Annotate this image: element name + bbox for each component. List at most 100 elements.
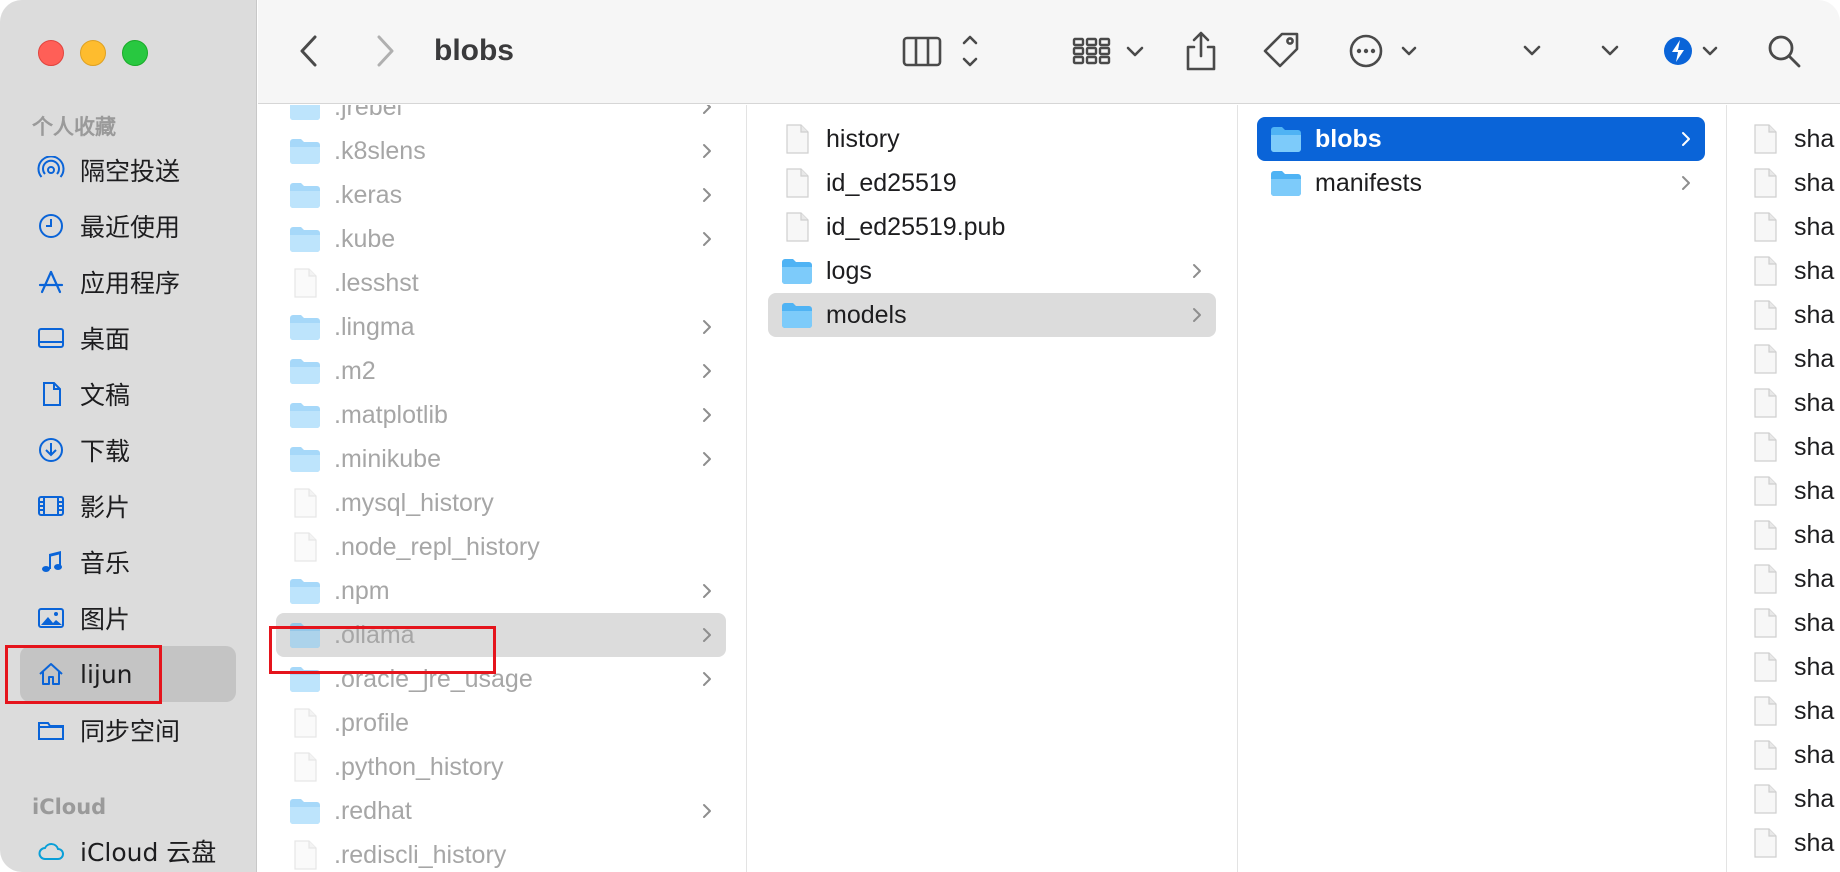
download-icon [36, 435, 66, 465]
file-icon [1748, 300, 1782, 330]
close-button[interactable] [38, 40, 64, 66]
sidebar-item-airdrop[interactable]: 隔空投送 [20, 142, 236, 198]
item-name: sha [1794, 520, 1835, 549]
minimize-button[interactable] [80, 40, 106, 66]
folder-row[interactable]: .kube [276, 217, 726, 261]
folder-icon [288, 444, 322, 474]
file-row[interactable]: sha [1736, 513, 1840, 557]
folder-row[interactable]: .lingma [276, 305, 726, 349]
folder-icon [288, 136, 322, 166]
file-row[interactable]: sha [1736, 557, 1840, 601]
file-row[interactable]: sha [1736, 777, 1840, 821]
sidebar-item-sync-space[interactable]: 同步空间 [20, 702, 236, 758]
sidebar-item-downloads[interactable]: 下载 [20, 422, 236, 478]
home-icon [36, 659, 66, 689]
item-name: sha [1794, 388, 1835, 417]
window-controls [38, 40, 148, 66]
column-4[interactable]: sha sha sha sha sha sha sha sha sha sha sha sha sha s… [1728, 105, 1840, 872]
clock-icon [36, 211, 66, 241]
file-row[interactable]: sha [1736, 733, 1840, 777]
search-button[interactable] [1766, 28, 1802, 74]
file-row[interactable]: sha [1736, 205, 1840, 249]
zoom-button[interactable] [122, 40, 148, 66]
file-row[interactable]: history [768, 117, 1216, 161]
file-row[interactable]: sha [1736, 601, 1840, 645]
file-row[interactable]: .node_repl_history [276, 525, 726, 569]
desktop-icon [36, 323, 66, 353]
sidebar-item-music[interactable]: 音乐 [20, 534, 236, 590]
file-row[interactable]: sha [1736, 249, 1840, 293]
file-row[interactable]: sha [1736, 821, 1840, 865]
forward-button[interactable] [370, 28, 400, 74]
file-row[interactable]: sha [1736, 381, 1840, 425]
item-name: sha [1794, 168, 1835, 197]
folder-row[interactable]: .jrebel [276, 105, 726, 129]
file-icon [780, 124, 814, 154]
toolbar-dropdown-2[interactable] [1596, 28, 1624, 74]
file-icon [288, 752, 322, 782]
item-name: .profile [334, 708, 410, 737]
airdrop-icon [36, 155, 66, 185]
toolbar: blobs [258, 0, 1840, 104]
column-3[interactable]: blobs manifests [1239, 105, 1727, 872]
folder-icon [780, 256, 814, 286]
file-row[interactable]: .mysql_history [276, 481, 726, 525]
back-button[interactable] [294, 28, 324, 74]
folder-row[interactable]: .minikube [276, 437, 726, 481]
column-1[interactable]: .jrebel .k8slens .keras .kube .lesshst .lingm… [258, 105, 747, 872]
file-row[interactable]: sha [1736, 425, 1840, 469]
file-icon [1748, 212, 1782, 242]
column-2[interactable]: history id_ed25519 id_ed25519.pub logs model… [748, 105, 1238, 872]
file-row[interactable]: sha [1736, 161, 1840, 205]
sidebar-item-applications[interactable]: 应用程序 [20, 254, 236, 310]
sidebar-item-documents[interactable]: 文稿 [20, 366, 236, 422]
sidebar-item-desktop[interactable]: 桌面 [20, 310, 236, 366]
file-row[interactable]: id_ed25519.pub [768, 205, 1216, 249]
file-row[interactable]: .python_history [276, 745, 726, 789]
file-row[interactable]: .lesshst [276, 261, 726, 305]
folder-row[interactable]: .ollama [276, 613, 726, 657]
toolbar-dropdown-1[interactable] [1518, 28, 1546, 74]
sidebar-item-recents[interactable]: 最近使用 [20, 198, 236, 254]
sidebar-item-icloud-drive[interactable]: iCloud 云盘 [20, 823, 236, 872]
folder-row[interactable]: .redhat [276, 789, 726, 833]
action-menu-button[interactable] [1348, 28, 1424, 74]
cloud-icon [36, 836, 66, 866]
file-row[interactable]: sha [1736, 469, 1840, 513]
file-row[interactable]: sha [1736, 689, 1840, 733]
folder-row[interactable]: .matplotlib [276, 393, 726, 437]
folder-row[interactable]: .oracle_jre_usage [276, 657, 726, 701]
folder-row[interactable]: models [768, 293, 1216, 337]
sidebar-item-label: 音乐 [80, 549, 131, 578]
sidebar-item-home[interactable]: lijun [20, 646, 236, 702]
file-row[interactable]: sha [1736, 293, 1840, 337]
folder-row[interactable]: .k8slens [276, 129, 726, 173]
file-row[interactable]: sha [1736, 117, 1840, 161]
folder-icon [1269, 168, 1303, 198]
folder-row[interactable]: logs [768, 249, 1216, 293]
folder-row[interactable]: .npm [276, 569, 726, 613]
file-row[interactable]: .profile [276, 701, 726, 745]
file-row[interactable]: id_ed25519 [768, 161, 1216, 205]
share-button[interactable] [1184, 28, 1218, 74]
sidebar-item-label: 最近使用 [80, 213, 181, 242]
sidebar-item-pictures[interactable]: 图片 [20, 590, 236, 646]
sidebar-item-movies[interactable]: 影片 [20, 478, 236, 534]
folder-icon [288, 796, 322, 826]
group-button[interactable] [1072, 28, 1150, 74]
view-mode-button[interactable] [902, 28, 984, 74]
file-row[interactable]: sha [1736, 645, 1840, 689]
folder-row[interactable]: manifests [1257, 161, 1705, 205]
folder-row[interactable]: blobs [1257, 117, 1705, 161]
file-row[interactable]: sha [1736, 337, 1840, 381]
sidebar-item-label: 下载 [80, 437, 131, 466]
file-icon [1748, 784, 1782, 814]
file-row[interactable]: .rediscli_history [276, 833, 726, 872]
folder-row[interactable]: .m2 [276, 349, 726, 393]
applications-icon [36, 267, 66, 297]
extension-button[interactable] [1662, 28, 1724, 74]
folder-row[interactable]: .keras [276, 173, 726, 217]
favorites-list: 隔空投送 最近使用 应用程序 桌面 文稿 下载 影片 音乐 图片 lijun 同… [20, 142, 236, 758]
tag-button[interactable] [1262, 28, 1302, 74]
music-icon [36, 547, 66, 577]
